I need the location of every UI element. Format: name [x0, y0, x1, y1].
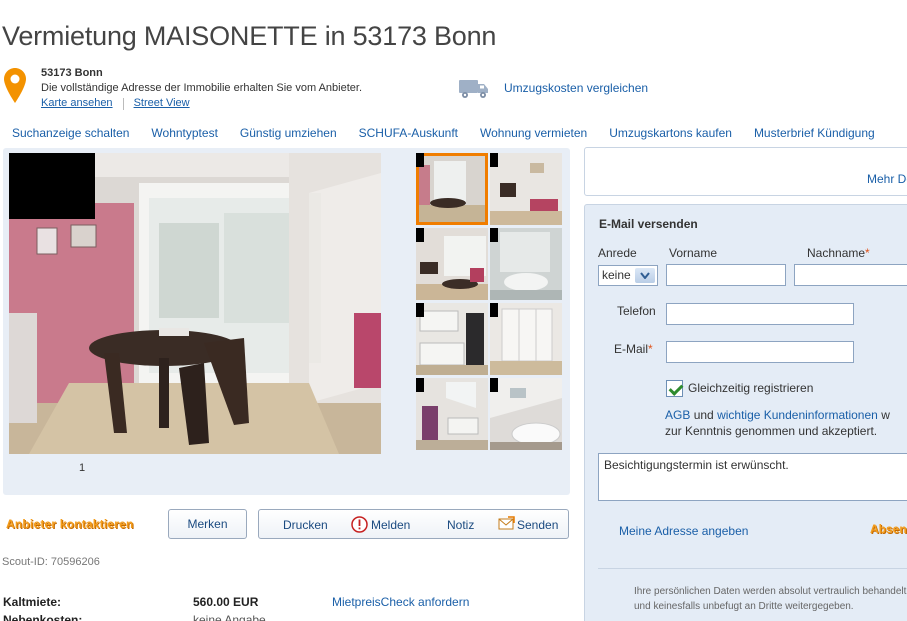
- report-button[interactable]: Melden: [371, 518, 410, 532]
- mail-send-icon: [498, 516, 515, 530]
- nav-item[interactable]: SCHUFA-Auskunft: [359, 126, 458, 144]
- thumbnail[interactable]: [490, 153, 562, 225]
- nav-item[interactable]: Suchanzeige schalten: [12, 126, 129, 144]
- page-title: Vermietung MAISONETTE in 53173 Bonn: [2, 21, 497, 51]
- customer-info-link[interactable]: wichtige Kundeninformationen: [717, 408, 878, 422]
- telefon-label: Telefon: [617, 304, 656, 318]
- vorname-label: Vorname: [669, 246, 718, 260]
- scout-id: Scout-ID: 70596206: [2, 556, 100, 568]
- privacy-marker: [416, 303, 424, 317]
- note-button[interactable]: Notiz: [447, 518, 474, 532]
- agb-and: und: [693, 408, 714, 422]
- more-details-link[interactable]: Mehr Details: [867, 172, 907, 186]
- agb-line2: zur Kenntnis genommen und akzeptiert.: [665, 424, 878, 438]
- register-label: Gleichzeitig registrieren: [688, 381, 814, 395]
- main-photo[interactable]: [9, 153, 381, 454]
- thumbnail[interactable]: [490, 378, 562, 450]
- register-checkbox[interactable]: [666, 380, 683, 397]
- alert-icon: [351, 516, 368, 533]
- print-button[interactable]: Drucken: [283, 518, 328, 532]
- address-block: 53173 Bonn Die vollständige Adresse der …: [41, 66, 362, 111]
- kaltmiete-value: 560.00 EUR: [193, 595, 259, 609]
- contact-provider-link[interactable]: Anbieter kontaktieren: [6, 517, 134, 531]
- photo-gallery: 1: [3, 148, 570, 495]
- nachname-input[interactable]: [794, 264, 907, 286]
- privacy-marker: [416, 378, 424, 392]
- privacy-marker: [490, 303, 498, 317]
- email-panel-title: E-Mail versenden: [599, 217, 698, 231]
- telefon-input[interactable]: [666, 303, 854, 325]
- thumbnail[interactable]: [490, 303, 562, 375]
- privacy-marker: [416, 228, 424, 242]
- submit-button[interactable]: Absenden: [870, 522, 907, 536]
- address-note: Die vollständige Adresse der Immobilie e…: [41, 82, 363, 94]
- privacy-marker: [490, 228, 498, 242]
- street-view-link[interactable]: Street View: [134, 96, 190, 111]
- privacy-line2: und keinesfalls unbefugt an Dritte weite…: [634, 601, 854, 612]
- nav-bar: Suchanzeige schalten Wohntyptest Günstig…: [0, 126, 907, 144]
- location-pin-icon: [4, 68, 26, 103]
- truck-icon: [459, 80, 488, 98]
- link-separator: [122, 97, 124, 110]
- nebenkosten-label: Nebenkosten:: [3, 613, 83, 621]
- vorname-input[interactable]: [666, 264, 786, 286]
- anrede-select[interactable]: keine: [598, 265, 658, 286]
- details-box: [584, 147, 907, 196]
- privacy-marker: [416, 153, 424, 167]
- divider: [598, 568, 907, 569]
- privacy-line1: Ihre persönlichen Daten werden absolut v…: [634, 586, 907, 597]
- nav-item[interactable]: Wohntyptest: [151, 126, 217, 144]
- address-zip: 53173 Bonn: [41, 67, 103, 79]
- agb-tail: w: [881, 408, 890, 422]
- nav-item[interactable]: Günstig umziehen: [240, 126, 337, 144]
- privacy-marker: [490, 378, 498, 392]
- privacy-note: Ihre persönlichen Daten werden absolut v…: [634, 584, 906, 614]
- merken-button[interactable]: Merken: [168, 509, 247, 539]
- send-button[interactable]: Senden: [517, 518, 558, 532]
- my-address-link[interactable]: Meine Adresse angeben: [619, 524, 748, 538]
- email-label: E-Mail*: [614, 342, 653, 356]
- privacy-marker: [490, 153, 498, 167]
- photo-counter: 1: [79, 462, 86, 474]
- message-textarea[interactable]: Besichtigungstermin ist erwünscht.: [598, 453, 907, 501]
- nav-item[interactable]: Wohnung vermieten: [480, 126, 587, 144]
- chevron-down-icon: [635, 268, 655, 283]
- nav-item[interactable]: Musterbrief Kündigung: [754, 126, 875, 144]
- anrede-value: keine: [602, 268, 631, 282]
- thumbnail[interactable]: [416, 378, 488, 450]
- nachname-label: Nachname*: [807, 246, 870, 260]
- nebenkosten-value: keine Angabe: [193, 613, 266, 621]
- action-button-group: Drucken Melden Notiz Senden: [258, 509, 569, 539]
- thumbnail[interactable]: [416, 153, 488, 225]
- thumbnail[interactable]: [416, 303, 488, 375]
- agb-text: AGB und wichtige Kundeninformationen w z…: [665, 407, 890, 439]
- thumbnail[interactable]: [490, 228, 562, 300]
- map-link[interactable]: Karte ansehen: [41, 96, 113, 111]
- mietpreis-check-link[interactable]: MietpreisCheck anfordern: [332, 595, 469, 609]
- agb-link[interactable]: AGB: [665, 408, 690, 422]
- thumbnail[interactable]: [416, 228, 488, 300]
- moving-costs-link[interactable]: Umzugskosten vergleichen: [504, 81, 648, 95]
- nav-item[interactable]: Umzugskartons kaufen: [609, 126, 732, 144]
- email-input[interactable]: [666, 341, 854, 363]
- anrede-label: Anrede: [598, 246, 637, 260]
- kaltmiete-label: Kaltmiete:: [3, 595, 62, 609]
